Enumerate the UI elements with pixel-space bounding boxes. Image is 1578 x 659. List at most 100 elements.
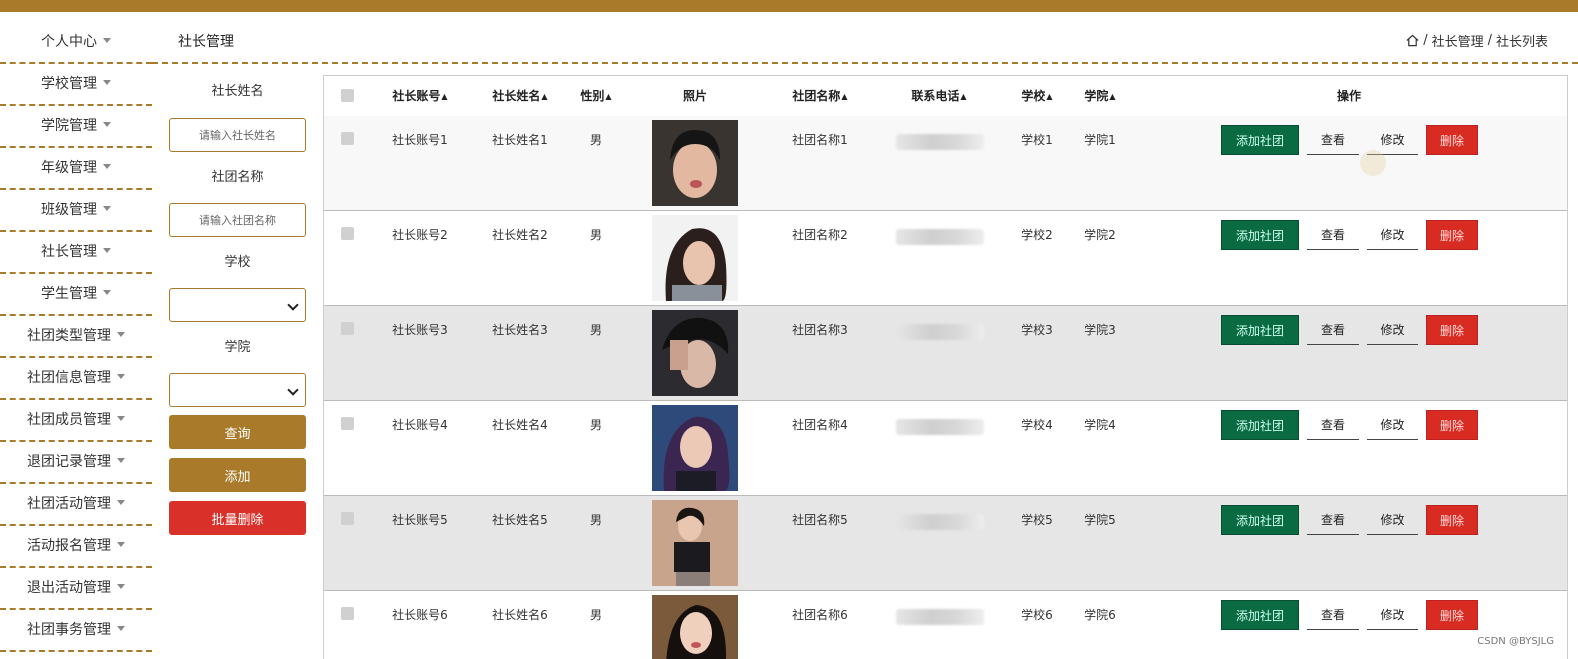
delete-button[interactable]: 删除 — [1426, 315, 1478, 345]
sidebar-item-activity-signup[interactable]: 活动报名管理 — [0, 526, 152, 568]
row-checkbox[interactable] — [341, 607, 354, 620]
avatar-photo[interactable] — [652, 595, 738, 659]
view-button[interactable]: 查看 — [1307, 505, 1359, 535]
sidebar-item-school[interactable]: 学校管理 — [0, 64, 152, 106]
add-club-button[interactable]: 添加社团 — [1221, 410, 1299, 440]
avatar-photo[interactable] — [652, 120, 738, 206]
edit-button[interactable]: 修改 — [1367, 220, 1418, 250]
avatar-photo[interactable] — [652, 310, 738, 396]
column-header-account[interactable]: 社长账号▲︎ — [392, 76, 447, 116]
avatar-photo[interactable] — [652, 500, 738, 586]
batch-delete-button[interactable]: 批量删除 — [169, 501, 306, 535]
sidebar-item-club-activity[interactable]: 社团活动管理 — [0, 484, 152, 526]
add-club-button[interactable]: 添加社团 — [1221, 315, 1299, 345]
avatar-photo[interactable] — [652, 215, 738, 301]
home-icon[interactable] — [1406, 34, 1419, 47]
column-header-school[interactable]: 学校▲︎ — [1021, 76, 1052, 116]
president-name-input[interactable] — [169, 118, 306, 152]
row-checkbox[interactable] — [341, 132, 354, 145]
name-cell: 社长姓名6 — [492, 608, 548, 622]
name-cell: 社长姓名4 — [492, 418, 548, 432]
sidebar-item-label: 社团活动管理 — [27, 496, 111, 512]
mouse-cursor-highlight — [1360, 150, 1386, 176]
sort-icon: ▲︎ — [441, 91, 448, 101]
sort-icon: ▲︎ — [841, 91, 848, 101]
sidebar-item-club-member[interactable]: 社团成员管理 — [0, 400, 152, 442]
sidebar-item-label: 社长管理 — [41, 244, 97, 260]
avatar-photo[interactable] — [652, 405, 738, 491]
edit-button[interactable]: 修改 — [1367, 315, 1418, 345]
sidebar-item-club-type[interactable]: 社团类型管理 — [0, 316, 152, 358]
college-cell: 学院1 — [1084, 133, 1116, 147]
column-header-label: 学校 — [1021, 89, 1046, 103]
table-row: 社长账号4 社长姓名4 男 社团名称4 学校4 学院4 添加社团 查看 修改 删… — [324, 401, 1567, 496]
gender-cell: 男 — [589, 608, 603, 622]
college-cell: 学院5 — [1084, 513, 1116, 527]
add-button[interactable]: 添加 — [169, 458, 306, 492]
top-accent-bar — [0, 0, 1578, 12]
club-name-input[interactable] — [169, 203, 306, 237]
row-checkbox[interactable] — [341, 512, 354, 525]
college-cell: 学院4 — [1084, 418, 1116, 432]
sidebar-item-label: 学校管理 — [41, 76, 97, 92]
name-cell: 社长姓名5 — [492, 513, 548, 527]
school-cell: 学校5 — [1021, 513, 1053, 527]
delete-button[interactable]: 删除 — [1426, 220, 1478, 250]
add-club-button[interactable]: 添加社团 — [1221, 125, 1299, 155]
account-cell: 社长账号4 — [392, 418, 448, 432]
row-checkbox[interactable] — [341, 227, 354, 240]
name-cell: 社长姓名2 — [492, 228, 548, 242]
school-select[interactable] — [169, 288, 306, 322]
table-row: 社长账号5 社长姓名5 男 社团名称5 学校5 学院5 添加社团 查看 修改 删… — [324, 496, 1567, 591]
account-cell: 社长账号5 — [392, 513, 448, 527]
add-club-button[interactable]: 添加社团 — [1221, 220, 1299, 250]
edit-button[interactable]: 修改 — [1367, 410, 1418, 440]
edit-button[interactable]: 修改 — [1367, 600, 1418, 630]
chevron-down-icon — [287, 299, 299, 311]
caret-down-icon — [117, 625, 125, 631]
caret-down-icon — [103, 163, 111, 169]
sidebar-item-club-info[interactable]: 社团信息管理 — [0, 358, 152, 400]
sidebar-item-quit-record[interactable]: 退团记录管理 — [0, 442, 152, 484]
breadcrumb-item[interactable]: 社长管理 — [1432, 31, 1484, 50]
delete-button[interactable]: 删除 — [1426, 600, 1478, 630]
delete-button[interactable]: 删除 — [1426, 505, 1478, 535]
view-button[interactable]: 查看 — [1307, 600, 1359, 630]
query-button[interactable]: 查询 — [169, 415, 306, 449]
sidebar-item-club-affairs[interactable]: 社团事务管理 — [0, 610, 152, 652]
caret-down-icon — [117, 583, 125, 589]
college-select[interactable] — [169, 373, 306, 407]
delete-button[interactable]: 删除 — [1426, 125, 1478, 155]
sidebar-item-personal-center[interactable]: 个人中心 — [0, 22, 152, 64]
column-header-phone[interactable]: 联系电话▲︎ — [911, 76, 966, 116]
school-cell: 学校2 — [1021, 228, 1053, 242]
view-button[interactable]: 查看 — [1307, 220, 1359, 250]
row-checkbox[interactable] — [341, 322, 354, 335]
club-cell: 社团名称5 — [792, 513, 848, 527]
add-club-button[interactable]: 添加社团 — [1221, 505, 1299, 535]
phone-cell-redacted — [896, 609, 984, 625]
sidebar-item-grade[interactable]: 年级管理 — [0, 148, 152, 190]
sidebar-item-college[interactable]: 学院管理 — [0, 106, 152, 148]
sidebar-item-student[interactable]: 学生管理 — [0, 274, 152, 316]
select-all-checkbox[interactable] — [341, 89, 354, 102]
caret-down-icon — [103, 79, 111, 85]
sidebar-item-president[interactable]: 社长管理 — [0, 232, 152, 274]
sidebar-item-class[interactable]: 班级管理 — [0, 190, 152, 232]
column-header-club[interactable]: 社团名称▲︎ — [792, 76, 847, 116]
caret-down-icon — [117, 373, 125, 379]
sidebar-item-quit-activity[interactable]: 退出活动管理 — [0, 568, 152, 610]
college-label: 学院 — [224, 340, 251, 355]
column-header-name[interactable]: 社长姓名▲︎ — [492, 76, 547, 116]
sidebar-item-label: 学院管理 — [41, 118, 97, 134]
view-button[interactable]: 查看 — [1307, 315, 1359, 345]
row-checkbox[interactable] — [341, 417, 354, 430]
view-button[interactable]: 查看 — [1307, 410, 1359, 440]
add-club-button[interactable]: 添加社团 — [1221, 600, 1299, 630]
view-button[interactable]: 查看 — [1307, 125, 1359, 155]
club-cell: 社团名称6 — [792, 608, 848, 622]
delete-button[interactable]: 删除 — [1426, 410, 1478, 440]
column-header-gender[interactable]: 性别▲︎ — [580, 76, 611, 116]
column-header-college[interactable]: 学院▲︎ — [1084, 76, 1115, 116]
edit-button[interactable]: 修改 — [1367, 505, 1418, 535]
